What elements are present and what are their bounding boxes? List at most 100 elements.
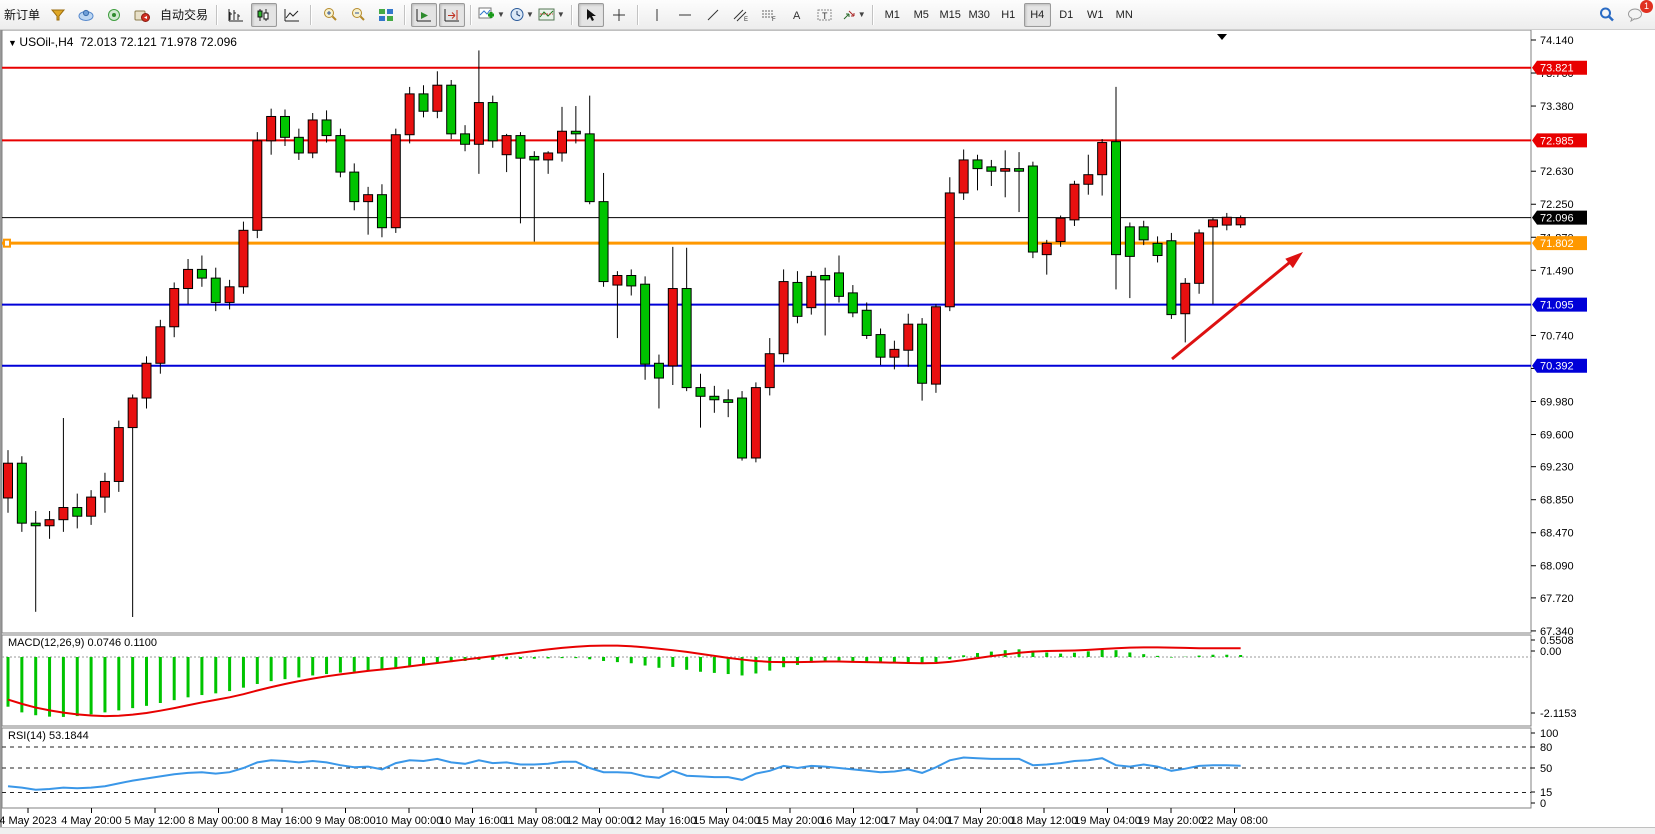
timeframe-D1[interactable]: D1: [1053, 3, 1080, 27]
trendline-tool[interactable]: [700, 3, 726, 27]
status-bar: [0, 827, 1655, 834]
template-button[interactable]: ▼: [537, 3, 566, 27]
svg-text:9 May 08:00: 9 May 08:00: [315, 815, 376, 827]
fibonacci-icon: F: [761, 8, 777, 22]
main-toolbar: 新订单 自动交易 ▼ ▼ ▼: [0, 0, 1655, 30]
svg-text:68.850: 68.850: [1540, 495, 1574, 507]
auto-scroll-button[interactable]: [411, 3, 437, 27]
chart-title: ▼ USOil-,H4 72.013 72.121 71.978 72.096: [8, 35, 237, 49]
tile-windows-button[interactable]: [373, 3, 399, 27]
candlestick-chart-button[interactable]: [251, 3, 277, 27]
svg-text:10 May 00:00: 10 May 00:00: [376, 815, 443, 827]
auto-scroll-icon: [416, 8, 432, 22]
vertical-line-tool[interactable]: [644, 3, 670, 27]
chevron-down-icon: ▼: [526, 10, 534, 19]
search-button[interactable]: [1594, 3, 1620, 27]
text-label-tool[interactable]: T: [812, 3, 838, 27]
chart-shift-button[interactable]: [439, 3, 465, 27]
svg-text:F: F: [772, 17, 776, 22]
gold-funnel-icon: [50, 8, 66, 22]
svg-text:73.821: 73.821: [1540, 63, 1574, 75]
svg-text:80: 80: [1540, 742, 1552, 754]
candlestick-icon: [256, 8, 272, 22]
zoom-in-icon: [322, 7, 338, 22]
svg-text:69.980: 69.980: [1540, 397, 1574, 409]
add-indicator-button[interactable]: ▼: [477, 3, 506, 27]
chart-shift-icon: [444, 8, 460, 22]
svg-text:71.802: 71.802: [1540, 238, 1574, 250]
algo-trading-button[interactable]: [129, 3, 155, 27]
broadcast-icon: [106, 8, 122, 22]
price-chart-svg[interactable]: 74.14073.76073.38072.63072.25071.87071.4…: [0, 30, 1655, 834]
timeframe-group: M1M5M15M30H1H4D1W1MN: [878, 0, 1139, 29]
add-indicator-icon: [478, 7, 496, 22]
chart-title-ohlc: 72.013 72.121 71.978 72.096: [80, 35, 237, 49]
svg-text:4 May 2023: 4 May 2023: [0, 815, 57, 827]
svg-text:72.250: 72.250: [1540, 199, 1574, 211]
line-chart-button[interactable]: [279, 3, 305, 27]
algo-trading-label[interactable]: 自动交易: [160, 6, 208, 23]
tile-windows-icon: [378, 8, 394, 22]
timeframe-M5[interactable]: M5: [908, 3, 935, 27]
svg-text:15 May 04:00: 15 May 04:00: [693, 815, 760, 827]
zoom-in-button[interactable]: [317, 3, 343, 27]
trendline-icon: [706, 8, 720, 22]
fibonacci-tool[interactable]: F: [756, 3, 782, 27]
clock-icon: [509, 7, 525, 22]
svg-text:18 May 12:00: 18 May 12:00: [1011, 815, 1078, 827]
crosshair-tool[interactable]: [606, 3, 632, 27]
zoom-out-button[interactable]: [345, 3, 371, 27]
svg-text:17 May 20:00: 17 May 20:00: [947, 815, 1014, 827]
timeframe-M15[interactable]: M15: [937, 3, 964, 27]
timeframe-M1[interactable]: M1: [879, 3, 906, 27]
svg-text:16 May 12:00: 16 May 12:00: [820, 815, 887, 827]
timeframe-M30[interactable]: M30: [966, 3, 993, 27]
signals-icon[interactable]: [101, 3, 127, 27]
history-center-icon[interactable]: [45, 3, 71, 27]
svg-text:69.230: 69.230: [1540, 462, 1574, 474]
period-button[interactable]: ▼: [508, 3, 535, 27]
svg-text:72.630: 72.630: [1540, 166, 1574, 178]
svg-text:67.720: 67.720: [1540, 593, 1574, 605]
svg-text:19 May 04:00: 19 May 04:00: [1074, 815, 1141, 827]
svg-text:22 May 08:00: 22 May 08:00: [1201, 815, 1268, 827]
text-label-icon: T: [817, 8, 833, 22]
symbol-dropdown-arrow[interactable]: ▼: [8, 38, 19, 48]
timeframe-W1[interactable]: W1: [1082, 3, 1109, 27]
crosshair-icon: [612, 8, 626, 22]
horizontal-line-icon: [678, 8, 692, 22]
cursor-tool[interactable]: [578, 3, 604, 27]
svg-text:71.490: 71.490: [1540, 265, 1574, 277]
svg-text:50: 50: [1540, 763, 1552, 775]
equidistant-channel-tool[interactable]: E: [728, 3, 754, 27]
notifications-button[interactable]: 1: [1622, 3, 1648, 27]
svg-text:A: A: [793, 10, 801, 22]
text-tool[interactable]: A: [784, 3, 810, 27]
shapes-tool[interactable]: ▼: [840, 3, 867, 27]
svg-text:0: 0: [1540, 798, 1546, 810]
mql5-community-icon[interactable]: [73, 3, 99, 27]
vertical-line-icon: [650, 8, 664, 22]
svg-text:17 May 04:00: 17 May 04:00: [884, 815, 951, 827]
toolbar-separator: [470, 5, 472, 25]
bar-chart-button[interactable]: [223, 3, 249, 27]
cursor-icon: [584, 8, 598, 22]
rsi-indicator-label: RSI(14) 53.1844: [8, 730, 89, 742]
svg-text:72.096: 72.096: [1540, 213, 1574, 225]
svg-text:19 May 20:00: 19 May 20:00: [1138, 815, 1205, 827]
toolbar-separator: [571, 5, 573, 25]
svg-text:0.00: 0.00: [1540, 646, 1561, 658]
cloud-user-icon: [78, 8, 95, 22]
horizontal-line-tool[interactable]: [672, 3, 698, 27]
timeframe-MN[interactable]: MN: [1111, 3, 1138, 27]
chevron-down-icon: ▼: [858, 10, 866, 19]
svg-text:10 May 16:00: 10 May 16:00: [439, 815, 506, 827]
svg-text:4 May 20:00: 4 May 20:00: [61, 815, 122, 827]
timeframe-H1[interactable]: H1: [995, 3, 1022, 27]
new-order-button[interactable]: 新订单: [4, 6, 40, 23]
timeframe-H4[interactable]: H4: [1024, 3, 1051, 27]
svg-text:E: E: [744, 17, 748, 22]
svg-text:12 May 00:00: 12 May 00:00: [566, 815, 633, 827]
svg-text:68.470: 68.470: [1540, 528, 1574, 540]
chart-template-icon: [538, 7, 556, 22]
